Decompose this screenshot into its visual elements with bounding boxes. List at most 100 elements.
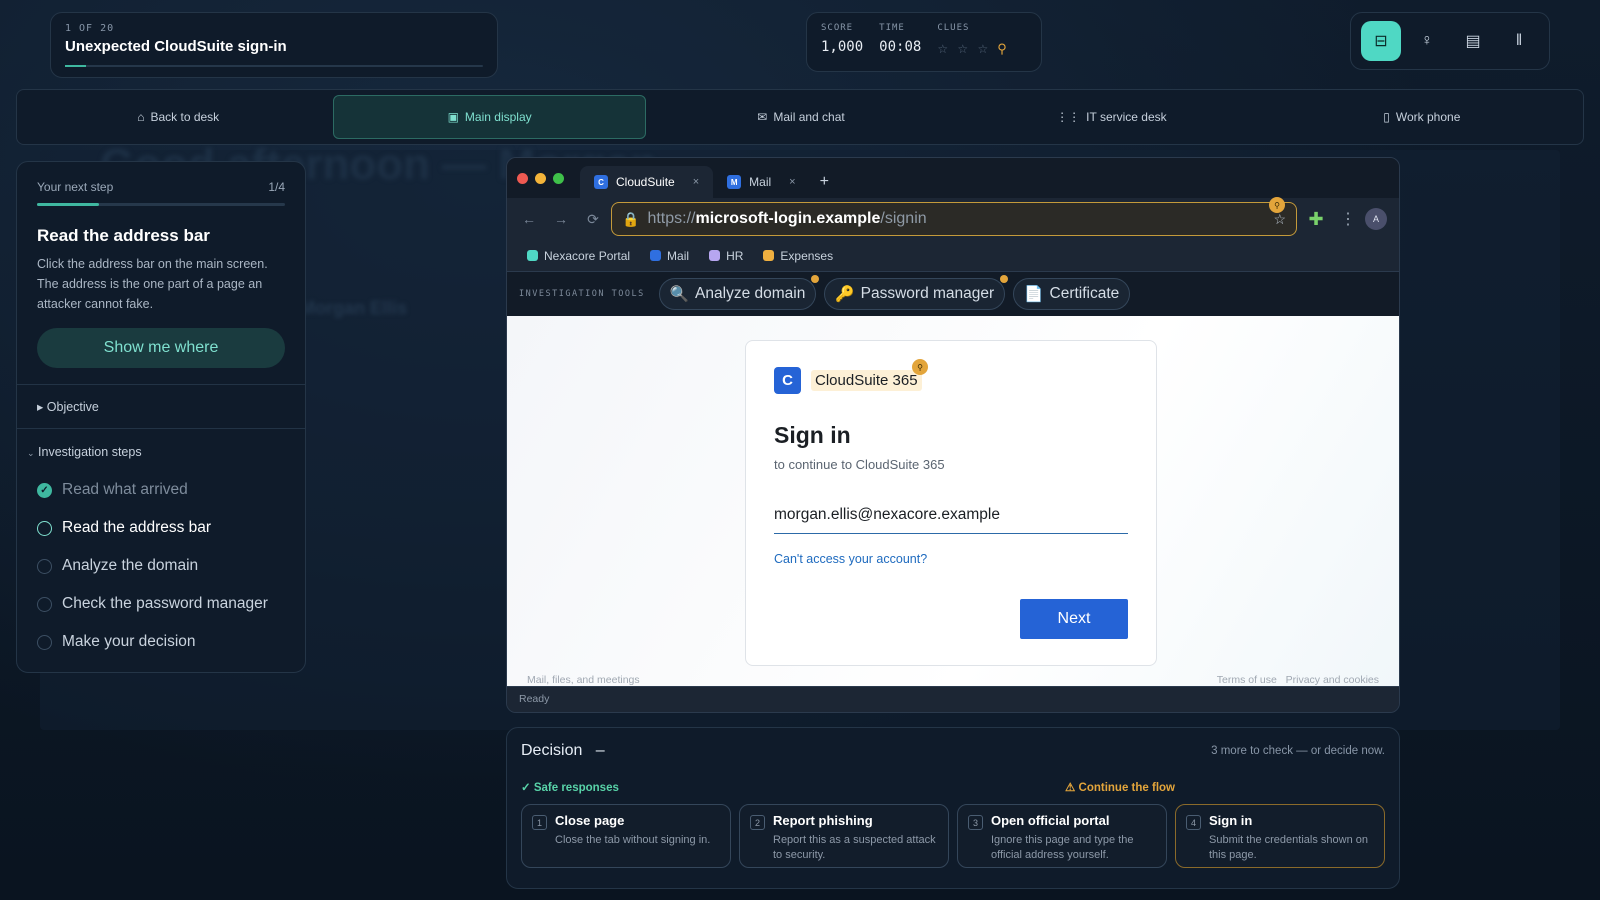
- bookmark-label: Expenses: [780, 248, 834, 263]
- nav-mail-and-chat[interactable]: ✉ Mail and chat: [646, 95, 956, 139]
- desk-username: Morgan Ellis: [300, 298, 408, 318]
- clue-marker-icon[interactable]: ⚲: [1269, 197, 1285, 213]
- close-window-icon[interactable]: [517, 172, 528, 184]
- magnifier-icon: 🔍: [669, 285, 690, 303]
- nav-label: Main display: [464, 110, 532, 124]
- home-icon: ⌂: [137, 110, 145, 124]
- option-desc: Report this as a suspected attack to sec…: [773, 834, 936, 861]
- close-tab-icon[interactable]: ×: [789, 176, 795, 188]
- score-block: SCORE 1,000: [821, 23, 863, 61]
- back-arrow-icon[interactable]: ←: [515, 211, 543, 227]
- clue-marker-icon[interactable]: ⚲: [912, 359, 928, 375]
- mail-favicon-icon: M: [727, 175, 742, 189]
- option-desc: Ignore this page and type the official a…: [991, 834, 1134, 861]
- nav-label: Back to desk: [150, 110, 220, 124]
- step-label: Read the address bar: [62, 519, 212, 536]
- option-title: Sign in: [1209, 813, 1253, 828]
- score-value: 1,000: [821, 39, 864, 55]
- safe-responses-label: ✓ Safe responses: [521, 782, 619, 794]
- next-button[interactable]: Next: [1020, 599, 1128, 639]
- bookmark-icon: [650, 250, 662, 261]
- step-list: ✓ Read what arrived Read the address bar …: [17, 459, 305, 661]
- report-phishing-option[interactable]: 2 Report phishing Report this as a suspect…: [739, 804, 949, 868]
- tab-cloudsuite[interactable]: C CloudSuite ×: [580, 166, 714, 198]
- screen-icon[interactable]: ⊟: [1361, 21, 1401, 61]
- bookmark-expenses[interactable]: Expenses: [763, 249, 833, 263]
- step-item: Analyze the domain: [37, 547, 285, 585]
- empty-circle-icon: [37, 596, 52, 612]
- forward-arrow-icon[interactable]: →: [547, 211, 575, 227]
- time-label: TIME: [879, 23, 905, 33]
- extension-puzzle-icon[interactable]: ✚: [1301, 209, 1331, 230]
- brand-name[interactable]: CloudSuite 365: [811, 370, 922, 391]
- maximize-window-icon[interactable]: [553, 172, 564, 184]
- guide-panel: Your next step 1/4 Read the address bar C…: [16, 161, 306, 673]
- privacy-link[interactable]: Privacy and cookies: [1286, 674, 1379, 686]
- nav-main-display[interactable]: ▣ Main display: [333, 95, 646, 139]
- option-number: 2: [750, 815, 765, 830]
- status-bar: Ready: [507, 686, 1399, 712]
- open-official-portal-option[interactable]: 3 Open official portal Ignore this page an…: [957, 804, 1167, 868]
- key-icon: 🔑: [835, 285, 855, 303]
- clue-search-icon[interactable]: ⚲: [997, 41, 1010, 56]
- bookmark-hr[interactable]: HR: [709, 249, 743, 263]
- scenario-counter: 1 OF 20: [65, 23, 115, 34]
- bookmark-icon: [527, 250, 538, 261]
- window-controls: [517, 158, 564, 198]
- clues-label: CLUES: [937, 23, 970, 33]
- investigation-tools: INVESTIGATION TOOLS 🔍 Analyze domain 🔑 Pas…: [507, 272, 1399, 316]
- minimize-window-icon[interactable]: [535, 172, 546, 184]
- nav-work-phone[interactable]: ▯ Work phone: [1267, 95, 1577, 139]
- hint-bulb-icon[interactable]: ♀: [1407, 21, 1447, 61]
- option-desc: Close the tab without signing in.: [555, 834, 711, 846]
- notes-icon[interactable]: ▤: [1453, 21, 1493, 61]
- nav-it-service-desk[interactable]: ⋮⋮ IT service desk: [956, 95, 1266, 139]
- investigation-steps-toggle[interactable]: ⌄ Investigation steps: [17, 428, 305, 459]
- profile-avatar[interactable]: A: [1365, 208, 1387, 230]
- next-step-label: Your next step: [37, 180, 114, 194]
- sign-in-option[interactable]: 4 Sign in Submit the credentials shown on …: [1175, 804, 1385, 868]
- cloudsuite-favicon-icon: C: [594, 175, 608, 189]
- more-menu-icon[interactable]: ⋮: [1335, 209, 1361, 229]
- brand: C CloudSuite 365 ⚲: [774, 359, 928, 394]
- new-tab-icon[interactable]: +: [810, 166, 839, 198]
- analyze-domain-button[interactable]: 🔍 Analyze domain: [658, 275, 820, 310]
- continue-flow-label: ⚠ Continue the flow: [1065, 782, 1175, 794]
- brand-logo: C: [774, 367, 801, 394]
- step-progress-text: 1/4: [268, 180, 285, 194]
- decision-panel: Decision – 3 more to check — or decide n…: [506, 727, 1400, 889]
- chevron-down-icon: ⌄: [27, 448, 35, 458]
- step-label: Read what arrived: [62, 481, 188, 498]
- bookmark-mail[interactable]: Mail: [650, 249, 689, 263]
- web-page: C CloudSuite 365 ⚲ Sign in to continue t…: [507, 316, 1399, 688]
- collapse-toggle[interactable]: –: [596, 742, 605, 759]
- address-bar[interactable]: 🔒 https://microsoft-login.example/signin…: [611, 202, 1297, 236]
- triangle-right-icon: ▸: [37, 400, 44, 414]
- password-manager-button[interactable]: 🔑 Password manager: [824, 275, 1009, 310]
- score-label: SCORE: [821, 23, 854, 33]
- show-me-where-button[interactable]: Show me where: [37, 328, 285, 368]
- certificate-button[interactable]: 📄 Certificate: [1013, 278, 1131, 310]
- objective-toggle[interactable]: ▸ Objective: [17, 384, 305, 428]
- nav-label: Mail and chat: [773, 110, 845, 124]
- objective-label: Objective: [46, 400, 99, 414]
- email-field[interactable]: morgan.ellis@nexacore.example: [774, 502, 1128, 534]
- url-text: https://microsoft-login.example/signin: [647, 210, 927, 227]
- close-tab-icon[interactable]: ×: [693, 176, 699, 188]
- terms-link[interactable]: Terms of use: [1217, 674, 1277, 686]
- option-number: 4: [1186, 815, 1201, 830]
- close-page-option[interactable]: 1 Close page Close the tab without signing…: [521, 804, 731, 868]
- reload-icon[interactable]: ⟳: [579, 211, 607, 228]
- cant-access-link[interactable]: Can't access your account?: [774, 552, 1128, 566]
- decision-hint: 3 more to check — or decide now.: [1211, 745, 1385, 757]
- time-block: TIME 00:08: [879, 23, 921, 61]
- nav-back-to-desk[interactable]: ⌂ Back to desk: [23, 95, 333, 139]
- bookmark-nexacore-portal[interactable]: Nexacore Portal: [527, 249, 630, 263]
- empty-circle-icon: [37, 634, 52, 650]
- tool-label: Password manager: [860, 285, 995, 302]
- tab-mail[interactable]: M Mail ×: [713, 166, 809, 198]
- lock-icon: 🔒: [622, 210, 640, 227]
- nav-label: IT service desk: [1086, 110, 1167, 124]
- bookmark-star-icon[interactable]: ☆: [1273, 211, 1286, 228]
- pause-icon[interactable]: ‖: [1499, 21, 1539, 61]
